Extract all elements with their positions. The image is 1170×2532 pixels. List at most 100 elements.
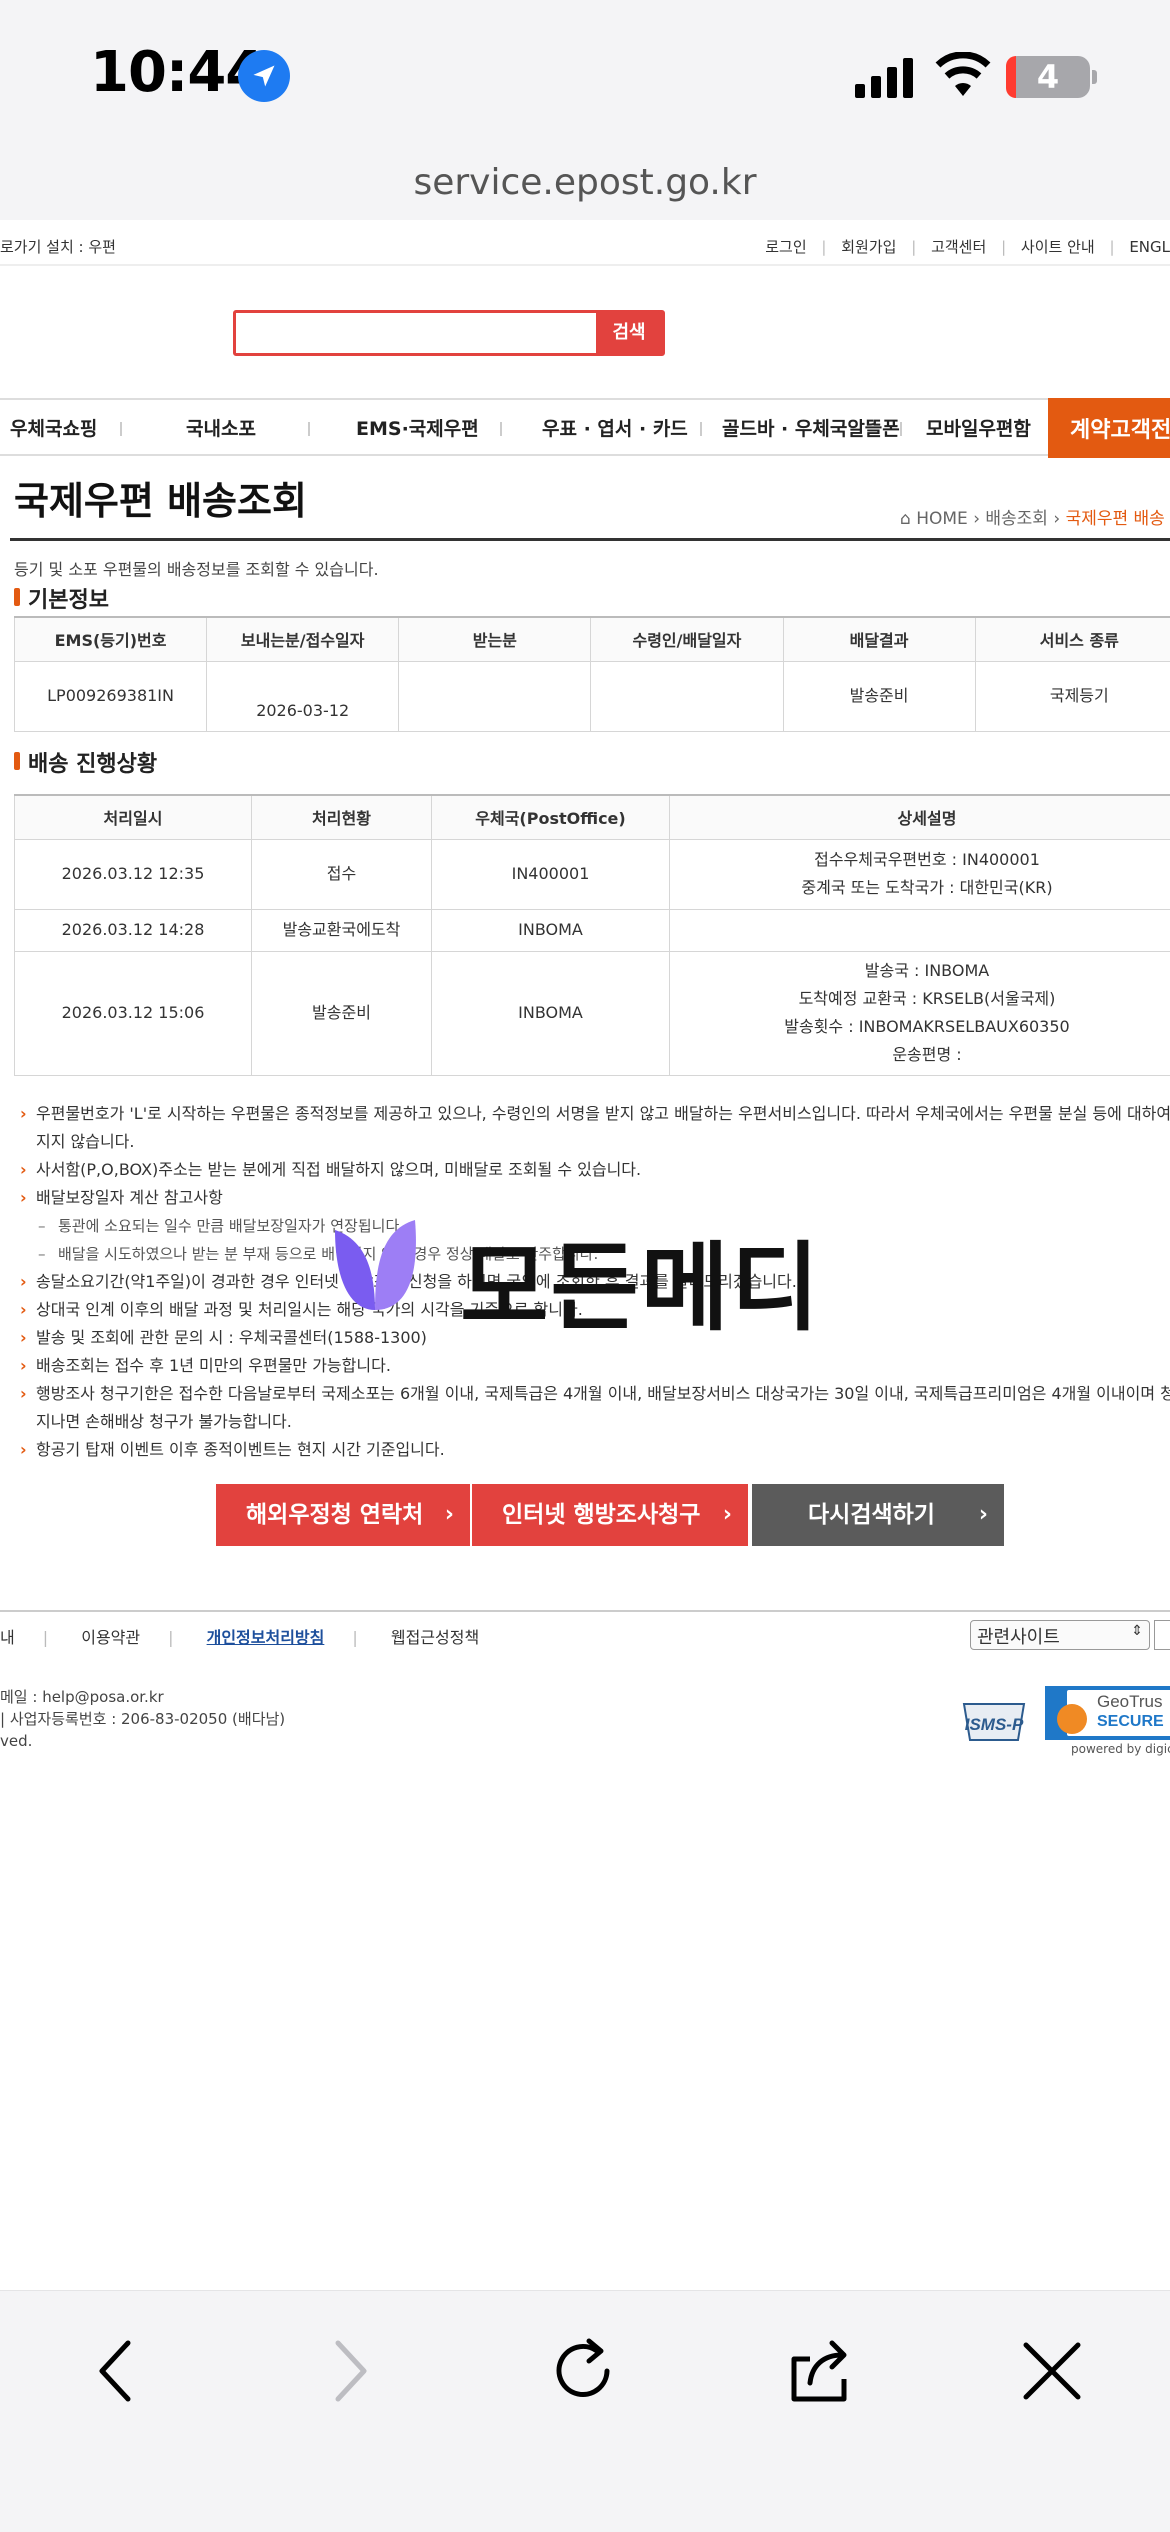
process-datetime: 2026.03.12 12:35 <box>14 838 252 910</box>
footer-link-privacy[interactable]: 개인정보처리방침 <box>207 1628 325 1647</box>
cellular-signal-icon <box>855 58 913 98</box>
related-go-button[interactable] <box>1154 1620 1170 1650</box>
select-arrows-icon: ⇕ <box>1131 1623 1143 1639</box>
isms-p-badge: ISMS-P <box>956 1696 1032 1748</box>
detail-cell: 접수우체국우편번호 : IN400001 중계국 또는 도착국가 : 대한민국(… <box>669 838 1170 910</box>
breadcrumb: ⌂ HOME › 배송조회 › 국제우편 배송 <box>900 509 1165 529</box>
table-header-row: EMS(등기)번호 보내는분/접수일자 받는분 수령인/배달일자 배달결과 서비… <box>13 616 1170 662</box>
nav-item-goldbar[interactable]: 골드바 · 우체국알뜰폰 <box>722 414 900 441</box>
nav-item-stamps[interactable]: 우표 · 엽서 · 카드 <box>542 414 688 441</box>
breadcrumb-tracking[interactable]: 배송조회 <box>985 509 1048 529</box>
notice-item-cont: 지나면 손해배상 청구가 불가능합니다. <box>36 1412 292 1431</box>
detail-line: 운송편명 : <box>892 1045 962 1064</box>
reload-icon <box>556 2338 610 2397</box>
wifi-icon <box>935 52 991 96</box>
login-link[interactable]: 로그인 <box>765 238 806 256</box>
table-header-row: 처리일시 처리현황 우체국(PostOffice) 상세설명 <box>14 794 1170 840</box>
site-guide-link[interactable]: 사이트 안내 <box>1021 238 1095 256</box>
delivery-result: 발송준비 <box>782 660 976 732</box>
nav-item-mobile-mailbox[interactable]: 모바일우편함 <box>926 414 1031 441</box>
close-icon <box>1023 2342 1081 2400</box>
process-status: 발송준비 <box>251 950 432 1076</box>
share-button[interactable] <box>780 2331 860 2411</box>
breadcrumb-home[interactable]: HOME <box>916 509 968 529</box>
related-sites-label: 관련사이트 <box>977 1627 1060 1648</box>
watermark-text: 모든메디 <box>460 1232 822 1344</box>
back-button[interactable] <box>76 2331 156 2411</box>
process-datetime: 2026.03.12 15:06 <box>14 950 252 1076</box>
post-office: INBOMA <box>431 908 670 952</box>
section-title-progress: 배송 진행상황 <box>14 746 157 778</box>
english-link[interactable]: ENGL <box>1129 238 1170 256</box>
footer-link-terms[interactable]: 이용약관 <box>81 1628 140 1647</box>
chevron-left-icon <box>99 2340 131 2402</box>
column-header: 수령인/배달일자 <box>590 616 784 662</box>
share-icon <box>791 2340 847 2402</box>
overseas-contact-button[interactable]: 해외우정청 연락처 › <box>216 1484 470 1546</box>
search-box: 검색 <box>233 310 665 356</box>
process-datetime: 2026.03.12 14:28 <box>14 908 252 952</box>
related-sites-select[interactable]: 관련사이트 ⇕ <box>970 1620 1150 1650</box>
close-button[interactable] <box>1012 2331 1092 2411</box>
basic-info-table: EMS(등기)번호 보내는분/접수일자 받는분 수령인/배달일자 배달결과 서비… <box>13 616 1170 732</box>
footer-link-guide[interactable]: 내 <box>0 1628 15 1647</box>
detail-line: 접수우체국우편번호 : IN400001 <box>814 850 1040 869</box>
button-label: 해외우정청 연락처 <box>246 1502 424 1528</box>
detail-line: 중계국 또는 도착국가 : 대한민국(KR) <box>801 878 1053 897</box>
page-description: 등기 및 소포 우편물의 배송정보를 조회할 수 있습니다. <box>14 560 379 579</box>
notice-item: 우편물번호가 'L'로 시작하는 우편물은 종적정보를 제공하고 있으나, 수령… <box>20 1100 1170 1128</box>
column-header: EMS(등기)번호 <box>13 616 208 662</box>
url-domain: service.epost.go.kr <box>413 162 757 203</box>
post-office: INBOMA <box>431 950 670 1076</box>
column-header: 처리일시 <box>14 794 252 840</box>
process-status: 발송교환국에도착 <box>251 908 432 952</box>
chevron-right-icon <box>335 2340 367 2402</box>
signup-link[interactable]: 회원가입 <box>841 238 896 256</box>
footer-link-accessibility[interactable]: 웹접근성정책 <box>391 1628 479 1647</box>
button-label: 인터넷 행방조사청구 <box>502 1502 701 1528</box>
util-bar: 로가기 설치 : 우편 로그인 | 회원가입 | 고객센터 | 사이트 안내 |… <box>0 238 1170 256</box>
nav-item-ems[interactable]: EMS·국제우편 <box>356 414 479 441</box>
notice-item: 항공기 탑재 이벤트 이후 종적이벤트는 현지 시간 기준입니다. <box>20 1436 1170 1464</box>
table-row: LP009269381IN 2026-03-12 발송준비 국제등기 <box>13 660 1170 732</box>
nav-item-domestic-parcel[interactable]: 국내소포 <box>186 414 256 441</box>
main-nav: 우체국쇼핑 국내소포 EMS·국제우편 우표 · 엽서 · 카드 골드바 · 우… <box>0 398 1170 458</box>
geotrust-name: GeoTrus <box>1097 1692 1163 1711</box>
chevron-right-icon: › <box>722 1502 732 1527</box>
internet-inquiry-button[interactable]: 인터넷 행방조사청구 › <box>472 1484 748 1546</box>
column-header: 보내는분/접수일자 <box>206 616 400 662</box>
button-label: 다시검색하기 <box>808 1502 935 1528</box>
detail-line: 발송국 : INBOMA <box>864 961 990 980</box>
chevron-right-icon: › <box>444 1502 454 1527</box>
footer-info: 메일 : help@posa.or.kr | 사업자등록번호 : 206-83-… <box>0 1686 285 1752</box>
process-status: 접수 <box>251 838 432 910</box>
search-button[interactable]: 검색 <box>596 313 662 353</box>
research-button[interactable]: 다시검색하기 › <box>752 1484 1004 1546</box>
tracking-number: LP009269381IN <box>13 660 208 732</box>
forward-button[interactable] <box>310 2331 390 2411</box>
util-left-text: 로가기 설치 : 우편 <box>0 238 116 256</box>
geotrust-powered: powered by digice <box>1071 1742 1170 1756</box>
notice-item: 배달보장일자 계산 참고사항 <box>20 1184 1170 1212</box>
progress-table: 처리일시 처리현황 우체국(PostOffice) 상세설명 2026.03.1… <box>14 794 1170 1076</box>
nav-item-shopping[interactable]: 우체국쇼핑 <box>10 414 97 441</box>
geotrust-secure: SECURE <box>1097 1713 1164 1730</box>
safari-toolbar <box>0 2290 1170 2532</box>
column-header: 받는분 <box>398 616 592 662</box>
detail-cell <box>669 908 1170 952</box>
customer-center-link[interactable]: 고객센터 <box>931 238 986 256</box>
reload-button[interactable] <box>545 2331 625 2411</box>
column-header: 상세설명 <box>669 794 1170 840</box>
contract-customer-button[interactable]: 계약고객전 <box>1048 398 1170 458</box>
search-input[interactable] <box>236 313 596 353</box>
detail-line: 발송횟수 : INBOMAKRSELBAUX60350 <box>784 1017 1070 1036</box>
column-header: 배달결과 <box>782 616 976 662</box>
footer-links: 내 | 이용약관 | 개인정보처리방침 | 웹접근성정책 <box>0 1628 480 1647</box>
receiver-date <box>590 660 784 732</box>
leaf-logo-icon <box>335 1220 416 1310</box>
post-office: IN400001 <box>431 838 670 910</box>
table-row: 2026.03.12 15:06 발송준비 INBOMA 발송국 : INBOM… <box>14 950 1170 1076</box>
breadcrumb-current: 국제우편 배송 <box>1065 509 1165 529</box>
notice-item: 사서함(P,O,BOX)주소는 받는 분에게 직접 배달하지 않으며, 미배달로… <box>20 1156 1170 1184</box>
address-bar[interactable]: service.epost.go.kr <box>0 150 1170 220</box>
